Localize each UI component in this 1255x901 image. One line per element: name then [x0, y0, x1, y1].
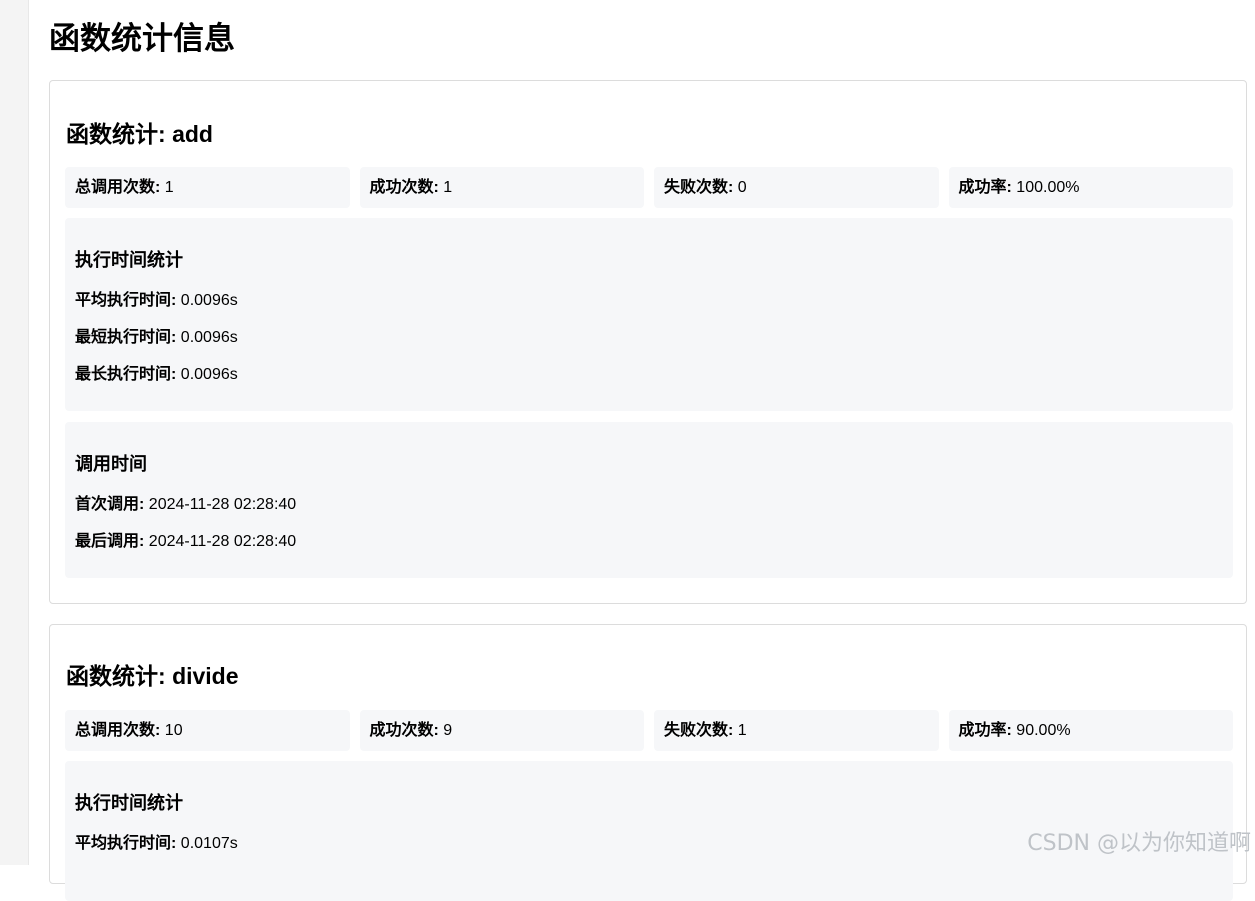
stat-total-calls: 总调用次数: 10 [65, 710, 350, 751]
line-label: 平均执行时间: [75, 835, 176, 852]
stat-fail-count: 失败次数: 0 [654, 167, 939, 208]
card-title: 函数统计: add [66, 119, 213, 149]
stat-label: 成功次数: [370, 722, 439, 739]
stat-label: 失败次数: [664, 179, 733, 196]
stat-success-count: 成功次数: 9 [360, 710, 645, 751]
line-value: 0.0096s [181, 366, 238, 383]
stat-label: 成功率: [959, 722, 1012, 739]
stat-value: 1 [443, 179, 452, 196]
first-call-time: 首次调用: 2024-11-28 02:28:40 [75, 494, 296, 516]
stat-summary-row: 总调用次数: 10 成功次数: 9 失败次数: 1 成功率: 90.00% [65, 710, 1233, 751]
last-call-time: 最后调用: 2024-11-28 02:28:40 [75, 531, 296, 553]
line-label: 首次调用: [75, 496, 144, 513]
stat-label: 成功次数: [370, 179, 439, 196]
stat-value: 0 [738, 179, 747, 196]
watermark: CSDN @以为你知道啊 [1027, 825, 1251, 857]
max-exec-time: 最长执行时间: 0.0096s [75, 364, 238, 386]
page-title: 函数统计信息 [49, 19, 235, 59]
stat-success-rate: 成功率: 100.00% [949, 167, 1234, 208]
avg-exec-time: 平均执行时间: 0.0096s [75, 290, 238, 312]
line-label: 最短执行时间: [75, 329, 176, 346]
line-value: 0.0096s [181, 329, 238, 346]
exec-time-panel: 执行时间统计 平均执行时间: 0.0096s 最短执行时间: 0.0096s 最… [65, 218, 1233, 411]
call-time-panel: 调用时间 首次调用: 2024-11-28 02:28:40 最后调用: 202… [65, 422, 1233, 578]
stat-value: 1 [165, 179, 174, 196]
line-label: 最长执行时间: [75, 366, 176, 383]
stat-summary-row: 总调用次数: 1 成功次数: 1 失败次数: 0 成功率: 100.00% [65, 167, 1233, 208]
stat-success-rate: 成功率: 90.00% [949, 710, 1234, 751]
panel-title: 执行时间统计 [75, 248, 183, 272]
function-name: divide [172, 663, 238, 689]
card-title: 函数统计: divide [66, 661, 239, 691]
line-value: 0.0096s [181, 292, 238, 309]
min-exec-time: 最短执行时间: 0.0096s [75, 327, 238, 349]
line-label: 最后调用: [75, 533, 144, 550]
stat-value: 10 [165, 722, 183, 739]
stat-label: 成功率: [959, 179, 1012, 196]
left-sidebar [0, 0, 29, 865]
stat-fail-count: 失败次数: 1 [654, 710, 939, 751]
line-value: 0.0107s [181, 835, 238, 852]
stat-value: 1 [738, 722, 747, 739]
stat-total-calls: 总调用次数: 1 [65, 167, 350, 208]
line-value: 2024-11-28 02:28:40 [149, 496, 296, 513]
stat-value: 9 [443, 722, 452, 739]
stat-label: 失败次数: [664, 722, 733, 739]
stat-success-count: 成功次数: 1 [360, 167, 645, 208]
line-label: 平均执行时间: [75, 292, 176, 309]
avg-exec-time: 平均执行时间: 0.0107s [75, 833, 238, 855]
line-value: 2024-11-28 02:28:40 [149, 533, 296, 550]
card-title-prefix: 函数统计: [66, 663, 172, 689]
panel-title: 调用时间 [75, 452, 147, 476]
function-name: add [172, 121, 213, 147]
stat-label: 总调用次数: [75, 179, 160, 196]
stat-value: 90.00% [1016, 722, 1070, 739]
panel-title: 执行时间统计 [75, 791, 183, 815]
function-stats-card-add: 函数统计: add 总调用次数: 1 成功次数: 1 失败次数: 0 成功率: … [49, 80, 1247, 604]
stat-label: 总调用次数: [75, 722, 160, 739]
card-title-prefix: 函数统计: [66, 121, 172, 147]
stat-value: 100.00% [1016, 179, 1079, 196]
